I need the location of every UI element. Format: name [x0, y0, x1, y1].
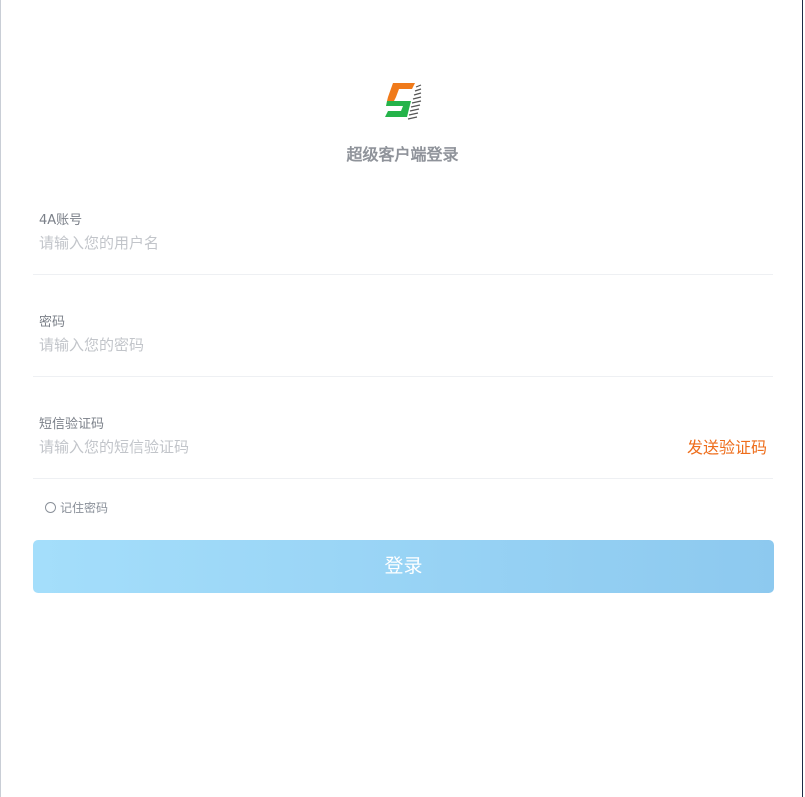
brand-logo-icon: [385, 79, 423, 123]
login-button[interactable]: 登录: [33, 540, 774, 593]
sms-code-input[interactable]: [39, 436, 639, 458]
sms-code-label: 短信验证码: [39, 417, 105, 432]
send-code-button[interactable]: 发送验证码: [687, 434, 767, 458]
account-input[interactable]: [39, 232, 639, 254]
page-title: 超级客户端登录: [346, 145, 459, 164]
sms-code-field: 短信验证码 发送验证码: [33, 404, 773, 479]
account-field: 4A账号: [33, 200, 773, 275]
password-input[interactable]: [39, 334, 639, 356]
remember-password-label: 记住密码: [60, 501, 109, 515]
radio-circle-icon[interactable]: [45, 502, 56, 513]
account-label: 4A账号: [39, 213, 83, 228]
remember-password-toggle[interactable]: 记住密码: [45, 499, 108, 516]
login-window: 超级客户端登录 4A账号 密码 短信验证码 发送验证码 记住密码 登录: [0, 0, 803, 797]
password-field: 密码: [33, 302, 773, 377]
password-label: 密码: [39, 315, 66, 330]
